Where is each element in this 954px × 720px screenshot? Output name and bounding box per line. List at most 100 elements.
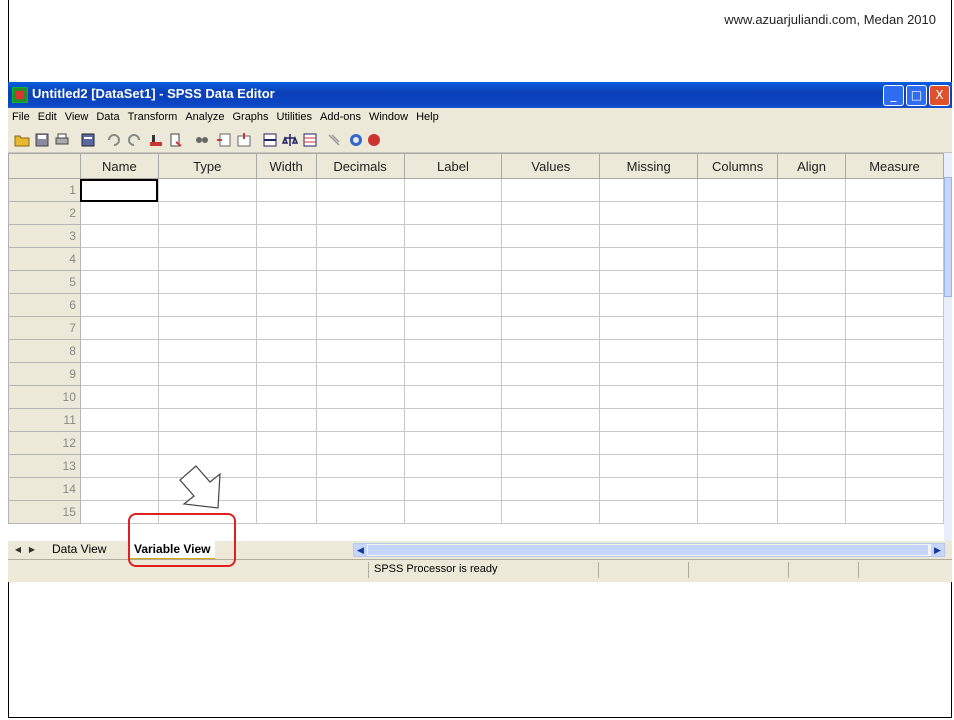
- grid-cell[interactable]: [403, 270, 503, 294]
- grid-cell[interactable]: [79, 339, 159, 363]
- grid-cell[interactable]: [697, 339, 779, 363]
- grid-cell[interactable]: [403, 178, 503, 202]
- insert-variable-icon[interactable]: [236, 132, 252, 148]
- grid-cell[interactable]: [315, 270, 405, 294]
- grid-cell[interactable]: [845, 201, 944, 225]
- grid-cell[interactable]: [697, 408, 779, 432]
- grid-cell[interactable]: [697, 293, 779, 317]
- grid-cell[interactable]: [315, 362, 405, 386]
- grid-cell[interactable]: [845, 178, 944, 202]
- maximize-button[interactable]: □: [906, 85, 927, 106]
- grid-cell[interactable]: [501, 385, 601, 409]
- col-header-align[interactable]: Align: [777, 153, 846, 179]
- grid-cell[interactable]: [79, 408, 159, 432]
- scroll-right-icon[interactable]: ▶: [931, 544, 944, 556]
- grid-cell[interactable]: [599, 500, 699, 524]
- row-number[interactable]: 3: [8, 224, 81, 248]
- corner-cell[interactable]: [8, 153, 81, 179]
- use-sets-icon[interactable]: [348, 132, 364, 148]
- grid-cell[interactable]: [157, 201, 257, 225]
- grid-cell[interactable]: [79, 247, 159, 271]
- grid-cell[interactable]: [157, 178, 257, 202]
- grid-cell[interactable]: [79, 431, 159, 455]
- title-bar[interactable]: Untitled2 [DataSet1] - SPSS Data Editor …: [8, 82, 952, 108]
- grid-cell[interactable]: [79, 454, 159, 478]
- grid-cell[interactable]: [501, 247, 601, 271]
- grid-cell[interactable]: [315, 201, 405, 225]
- col-header-values[interactable]: Values: [501, 153, 601, 179]
- grid-cell[interactable]: [315, 247, 405, 271]
- grid-cell[interactable]: [403, 362, 503, 386]
- grid-cell[interactable]: [777, 431, 846, 455]
- grid-cell[interactable]: [599, 247, 699, 271]
- grid-cell[interactable]: [255, 247, 317, 271]
- grid-cell[interactable]: [599, 477, 699, 501]
- grid-cell[interactable]: [599, 316, 699, 340]
- grid-cell[interactable]: [845, 408, 944, 432]
- find-icon[interactable]: [194, 132, 210, 148]
- grid-cell[interactable]: [79, 178, 159, 202]
- menu-transform[interactable]: Transform: [124, 108, 182, 126]
- menu-file[interactable]: File: [8, 108, 34, 126]
- grid-cell[interactable]: [157, 431, 257, 455]
- grid-cell[interactable]: [403, 500, 503, 524]
- grid-cell[interactable]: [79, 385, 159, 409]
- grid-cell[interactable]: [403, 477, 503, 501]
- grid-cell[interactable]: [777, 201, 846, 225]
- grid-cell[interactable]: [599, 454, 699, 478]
- menu-addons[interactable]: Add-ons: [316, 108, 365, 126]
- grid-cell[interactable]: [697, 201, 779, 225]
- grid-cell[interactable]: [845, 270, 944, 294]
- scroll-left-icon[interactable]: ◀: [354, 544, 367, 556]
- vertical-scrollbar[interactable]: [944, 153, 952, 541]
- grid-cell[interactable]: [501, 408, 601, 432]
- grid-cell[interactable]: [501, 362, 601, 386]
- grid-cell[interactable]: [777, 362, 846, 386]
- grid-cell[interactable]: [255, 362, 317, 386]
- grid-cell[interactable]: [315, 178, 405, 202]
- grid-cell[interactable]: [599, 431, 699, 455]
- grid-cell[interactable]: [157, 224, 257, 248]
- row-number[interactable]: 13: [8, 454, 81, 478]
- col-header-decimals[interactable]: Decimals: [315, 153, 405, 179]
- menu-data[interactable]: Data: [92, 108, 123, 126]
- grid-cell[interactable]: [255, 454, 317, 478]
- menu-edit[interactable]: Edit: [34, 108, 61, 126]
- grid-cell[interactable]: [501, 477, 601, 501]
- grid-cell[interactable]: [845, 247, 944, 271]
- grid-cell[interactable]: [255, 477, 317, 501]
- grid-cell[interactable]: [403, 339, 503, 363]
- grid-cell[interactable]: [777, 408, 846, 432]
- grid-cell[interactable]: [157, 247, 257, 271]
- tab-data-view[interactable]: Data View: [48, 541, 110, 558]
- row-number[interactable]: 6: [8, 293, 81, 317]
- grid-cell[interactable]: [403, 316, 503, 340]
- col-header-width[interactable]: Width: [255, 153, 317, 179]
- grid-cell[interactable]: [777, 477, 846, 501]
- row-number[interactable]: 1: [8, 178, 81, 202]
- menu-help[interactable]: Help: [412, 108, 443, 126]
- grid-cell[interactable]: [777, 385, 846, 409]
- grid-cell[interactable]: [777, 178, 846, 202]
- grid-cell[interactable]: [845, 500, 944, 524]
- select-cases-icon[interactable]: [302, 132, 318, 148]
- grid-cell[interactable]: [599, 224, 699, 248]
- grid-cell[interactable]: [599, 385, 699, 409]
- grid-cell[interactable]: [315, 339, 405, 363]
- col-header-name[interactable]: Name: [79, 153, 159, 179]
- grid-cell[interactable]: [315, 385, 405, 409]
- grid-cell[interactable]: [697, 178, 779, 202]
- grid-cell[interactable]: [501, 339, 601, 363]
- grid-cell[interactable]: [403, 247, 503, 271]
- grid-cell[interactable]: [255, 408, 317, 432]
- dialog-recall-icon[interactable]: [80, 132, 96, 148]
- grid-cell[interactable]: [79, 201, 159, 225]
- grid-cell[interactable]: [79, 362, 159, 386]
- grid-cell[interactable]: [777, 500, 846, 524]
- col-header-type[interactable]: Type: [157, 153, 257, 179]
- split-file-icon[interactable]: [262, 132, 278, 148]
- grid-cell[interactable]: [697, 454, 779, 478]
- row-number[interactable]: 15: [8, 500, 81, 524]
- grid-cell[interactable]: [315, 224, 405, 248]
- col-header-columns[interactable]: Columns: [697, 153, 779, 179]
